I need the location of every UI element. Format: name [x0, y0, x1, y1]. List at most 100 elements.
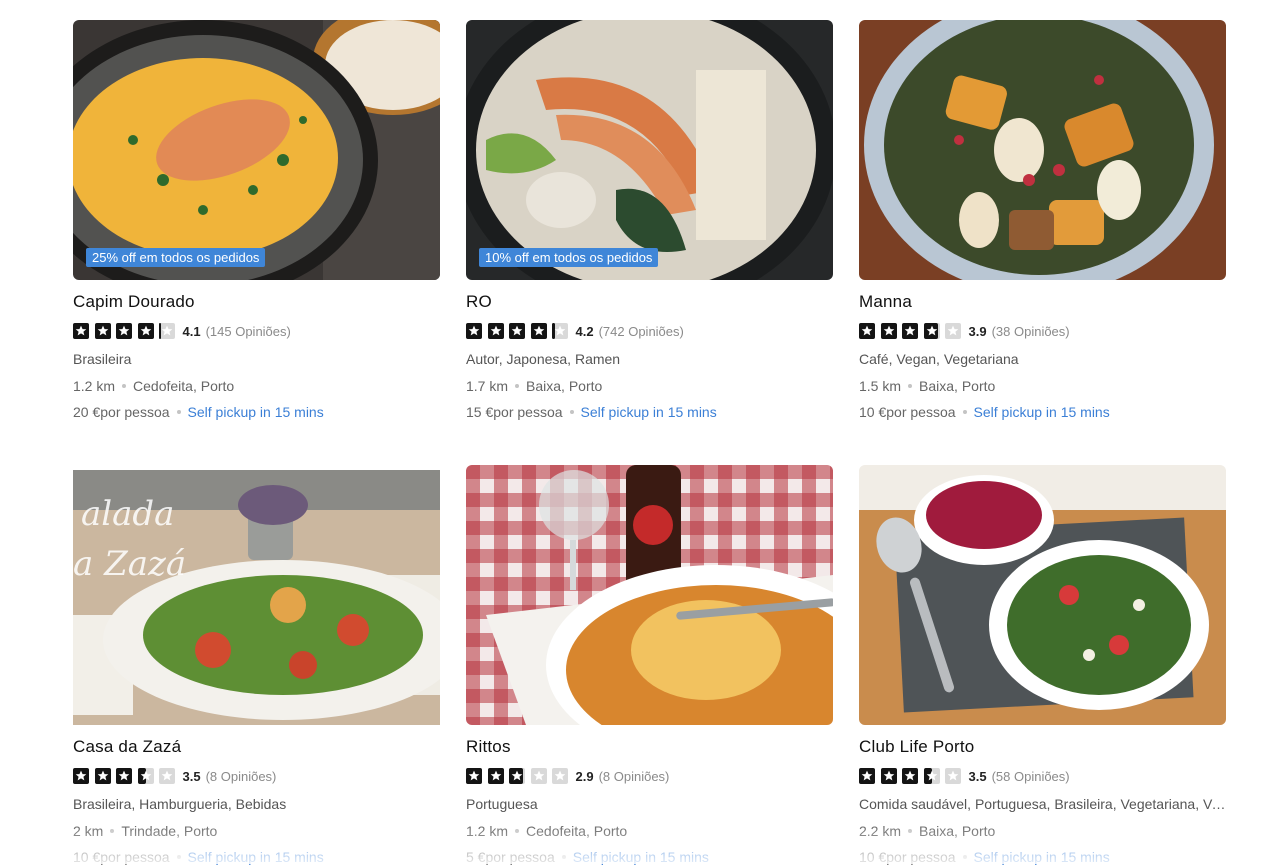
star-icon [116, 768, 132, 784]
star-icon [530, 768, 547, 784]
pickup-time: Self pickup in 15 mins [580, 404, 717, 420]
star-rating [466, 323, 574, 339]
separator-dot [962, 855, 967, 860]
star-icon [923, 323, 940, 339]
star-icon [159, 323, 175, 339]
restaurant-card[interactable]: Rittos 2.9 (8 Opiniões) Portuguesa 1.2 k… [466, 465, 833, 866]
separator-dot [908, 829, 913, 834]
restaurant-photo[interactable] [859, 465, 1226, 725]
separator-dot [569, 410, 574, 415]
ramen-photo [466, 20, 833, 280]
rating-score: 4.2 [575, 323, 594, 339]
price-row: 10 €por pessoa Self pickup in 15 mins [73, 848, 440, 866]
star-icon [902, 768, 918, 784]
restaurant-card[interactable]: 10% off em todos os pedidos RO 4.2 (742 … [466, 20, 833, 421]
star-icon [509, 323, 525, 339]
restaurant-name[interactable]: Casa da Zazá [73, 736, 440, 758]
location: Baixa, Porto [919, 378, 996, 394]
svg-text:a Zazá: a Zazá [73, 544, 186, 584]
promo-badge: 25% off em todos os pedidos [86, 248, 266, 267]
restaurant-photo[interactable]: 25% off em todos os pedidos [73, 20, 440, 280]
star-rating [73, 323, 181, 339]
restaurant-card[interactable]: Manna 3.9 (38 Opiniões) Café, Vegan, Veg… [859, 20, 1226, 421]
star-rating [859, 768, 967, 784]
restaurant-card[interactable]: 25% off em todos os pedidos Capim Dourad… [73, 20, 440, 421]
star-icon [466, 768, 482, 784]
restaurant-photo[interactable] [859, 20, 1226, 280]
price-row: 5 €por pessoa Self pickup in 15 mins [466, 848, 833, 866]
star-icon [859, 323, 875, 339]
distance: 1.7 km [466, 378, 509, 394]
star-rating [466, 768, 574, 784]
location-row: 1.2 km Cedofeita, Porto [466, 822, 833, 840]
restaurant-name[interactable]: Rittos [466, 736, 833, 758]
price-row: 20 €por pessoa Self pickup in 15 mins [73, 403, 440, 421]
star-icon [509, 768, 525, 784]
cuisine-list: Autor, Japonesa, Ramen [466, 351, 621, 367]
rating-row: 4.2 (742 Opiniões) [466, 322, 833, 340]
separator-dot [962, 410, 967, 415]
rating-score: 4.1 [182, 323, 201, 339]
restaurant-name[interactable]: Manna [859, 291, 1226, 313]
review-count[interactable]: (58 Opiniões) [992, 769, 1070, 784]
location: Trindade, Porto [121, 823, 218, 839]
restaurant-name[interactable]: Capim Dourado [73, 291, 440, 313]
separator-dot [515, 384, 520, 389]
separator-dot [176, 855, 181, 860]
separator-dot [908, 384, 913, 389]
cuisine-list: Café, Vegan, Vegetariana [859, 351, 1019, 367]
price-per-person: 10 €por pessoa [859, 849, 956, 865]
star-icon [137, 768, 154, 784]
restaurant-name[interactable]: RO [466, 291, 833, 313]
review-count[interactable]: (38 Opiniões) [992, 324, 1070, 339]
cuisine-list: Brasileira [73, 351, 132, 367]
review-count[interactable]: (8 Opiniões) [599, 769, 670, 784]
star-icon [116, 323, 132, 339]
francesinha-photo [466, 465, 833, 725]
separator-dot [122, 384, 127, 389]
distance: 1.2 km [466, 823, 509, 839]
star-icon [902, 323, 918, 339]
star-icon [487, 323, 504, 339]
separator-dot [561, 855, 566, 860]
star-icon [487, 768, 504, 784]
svg-text:alada: alada [81, 494, 174, 534]
restaurant-photo[interactable]: alada a Zazá [73, 465, 440, 725]
pickup-time: Self pickup in 15 mins [572, 849, 709, 865]
restaurant-card[interactable]: Club Life Porto 3.5 (58 Opiniões) Comida… [859, 465, 1226, 866]
separator-dot [515, 829, 520, 834]
star-icon [159, 768, 175, 784]
restaurant-photo[interactable]: 10% off em todos os pedidos [466, 20, 833, 280]
location-row: 2 km Trindade, Porto [73, 822, 440, 840]
star-icon [552, 768, 568, 784]
star-rating [73, 768, 181, 784]
distance: 1.2 km [73, 378, 116, 394]
price-per-person: 15 €por pessoa [466, 404, 563, 420]
star-icon [94, 768, 111, 784]
location-row: 1.5 km Baixa, Porto [859, 377, 1226, 395]
pickup-time: Self pickup in 15 mins [187, 849, 324, 865]
location: Cedofeita, Porto [526, 823, 628, 839]
star-icon [73, 323, 89, 339]
star-icon [466, 323, 482, 339]
review-count[interactable]: (145 Opiniões) [206, 324, 291, 339]
rating-score: 2.9 [575, 768, 594, 784]
location-row: 1.7 km Baixa, Porto [466, 377, 833, 395]
restaurant-name[interactable]: Club Life Porto [859, 736, 1226, 758]
review-count[interactable]: (742 Opiniões) [599, 324, 684, 339]
restaurant-card[interactable]: alada a Zazá Casa da Zazá 3.5 (8 Opiniõe… [73, 465, 440, 866]
pickup-time: Self pickup in 15 mins [973, 404, 1110, 420]
price-row: 10 €por pessoa Self pickup in 15 mins [859, 848, 1226, 866]
restaurant-photo[interactable] [466, 465, 833, 725]
rating-row: 3.5 (8 Opiniões) [73, 767, 440, 785]
distance: 2 km [73, 823, 104, 839]
star-icon [945, 768, 961, 784]
separator-dot [176, 410, 181, 415]
location: Cedofeita, Porto [133, 378, 235, 394]
review-count[interactable]: (8 Opiniões) [206, 769, 277, 784]
star-icon [552, 323, 568, 339]
price-per-person: 10 €por pessoa [73, 849, 170, 865]
rating-row: 3.9 (38 Opiniões) [859, 322, 1226, 340]
star-icon [94, 323, 111, 339]
rating-row: 2.9 (8 Opiniões) [466, 767, 833, 785]
